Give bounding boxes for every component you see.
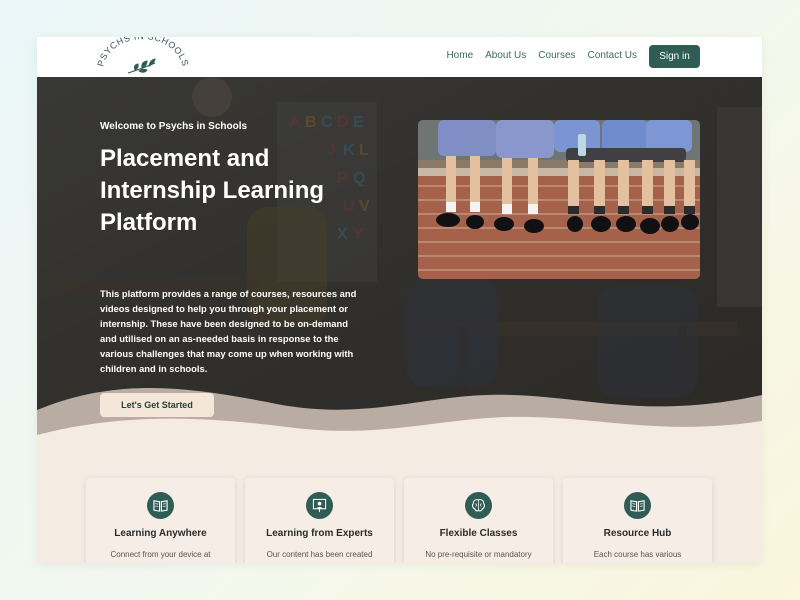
feature-title: Learning Anywhere (114, 528, 207, 539)
hero-headline-line: Platform (100, 209, 198, 236)
hero-description-line: This platform provides a range of course… (100, 288, 357, 299)
nav-about-link[interactable]: About Us (485, 50, 526, 61)
hero-description-line: internship. These have been designed to … (100, 318, 348, 329)
hero-description-line: children and in schools. (100, 363, 208, 374)
hero-description-line: various challenges that may come up when… (100, 348, 354, 359)
teacher-icon (306, 492, 333, 519)
students-photo (418, 120, 700, 279)
nav-courses-link[interactable]: Courses (538, 50, 575, 61)
hero-description-line: videos designed to help you through your… (100, 303, 348, 314)
top-navbar: PSYCHS IN SCHOOLS Home About Us Courses … (37, 37, 762, 77)
hero-description: This platform provides a range of course… (100, 286, 390, 376)
feature-cards: Learning Anywhere Connect from your devi… (86, 478, 712, 563)
feature-description: No pre-requisite or mandatory (425, 550, 532, 559)
get-started-button[interactable]: Let's Get Started (100, 393, 214, 417)
hero-headline-line: Placement and (100, 145, 270, 172)
feature-card-learning-anywhere[interactable]: Learning Anywhere Connect from your devi… (86, 478, 235, 563)
hero-description-line: and utilised on an as-needed basis in re… (100, 333, 339, 344)
browser-page: PSYCHS IN SCHOOLS Home About Us Courses … (37, 37, 762, 563)
feature-title: Resource Hub (603, 528, 672, 539)
feature-description: Our content has been created (266, 550, 373, 559)
hero-headline-line: Internship Learning (100, 177, 325, 204)
feature-card-flexible-classes[interactable]: Flexible Classes No pre-requisite or man… (404, 478, 553, 563)
feature-title: Learning from Experts (266, 528, 373, 539)
hero-section: A B C D E J K L P Q U V X Y Welcome to P… (37, 77, 762, 442)
hero-headline: Placement and Internship Learning Platfo… (100, 143, 390, 239)
feature-description: Each course has various (593, 550, 682, 559)
sign-in-button[interactable]: Sign in (649, 45, 700, 68)
feature-title: Flexible Classes (439, 528, 518, 539)
nav-contact-link[interactable]: Contact Us (588, 50, 637, 61)
book-icon (624, 492, 651, 519)
feature-card-resource-hub[interactable]: Resource Hub Each course has various (563, 478, 712, 563)
leaf-icon (127, 58, 156, 74)
hero-welcome-text: Welcome to Psychs in Schools (100, 121, 248, 132)
brand-logo[interactable]: PSYCHS IN SCHOOLS (95, 37, 191, 77)
book-icon (147, 492, 174, 519)
feature-description: Connect from your device at (110, 550, 211, 559)
brain-icon (465, 492, 492, 519)
nav-home-link[interactable]: Home (446, 50, 473, 61)
feature-card-learning-from-experts[interactable]: Learning from Experts Our content has be… (245, 478, 394, 563)
nav-links: Home About Us Courses Contact Us (446, 50, 637, 61)
